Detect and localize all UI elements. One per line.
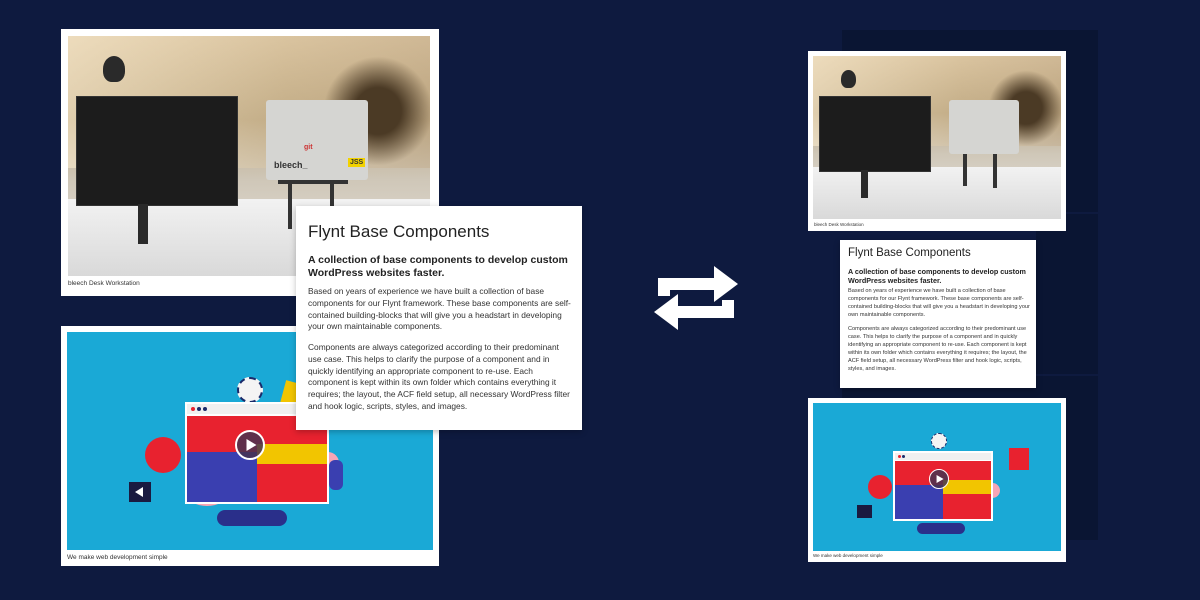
right-photo-card: bleech Desk Workstation	[808, 51, 1066, 231]
photo-caption: bleech Desk Workstation	[68, 280, 140, 287]
play-icon-small	[929, 469, 949, 489]
content-paragraph-2: Components are always categorized accord…	[308, 342, 570, 411]
desk-workstation-photo-small	[813, 56, 1061, 219]
content-title: Flynt Base Components	[308, 222, 490, 241]
sticker-jss: JSS	[348, 158, 366, 167]
sticker-bleech: bleech_	[274, 160, 308, 170]
right-content-box: Flynt Base Components A collection of ba…	[840, 240, 1036, 388]
left-content-box: Flynt Base Components A collection of ba…	[296, 206, 582, 430]
sticker-git: git	[304, 144, 313, 151]
play-icon	[235, 430, 265, 460]
content-subtitle-small: A collection of base components to devel…	[848, 267, 1026, 285]
swap-arrows-icon	[654, 266, 738, 330]
photo-caption-small: bleech Desk Workstation	[814, 222, 864, 227]
content-paragraph-2-small: Components are always categorized accord…	[848, 326, 1027, 372]
content-subtitle: A collection of base components to devel…	[308, 254, 568, 279]
content-paragraph-1: Based on years of experience we have bui…	[308, 286, 571, 332]
monitor	[76, 96, 238, 206]
web-development-illustration-small	[813, 403, 1061, 551]
right-illustration-card: We make web development simple	[808, 398, 1066, 562]
content-paragraph-1-small: Based on years of experience we have bui…	[848, 288, 1030, 318]
illustration-caption-small: We make web development simple	[813, 553, 883, 558]
content-title-small: Flynt Base Components	[848, 247, 971, 259]
illustration-caption: We make web development simple	[67, 554, 168, 561]
